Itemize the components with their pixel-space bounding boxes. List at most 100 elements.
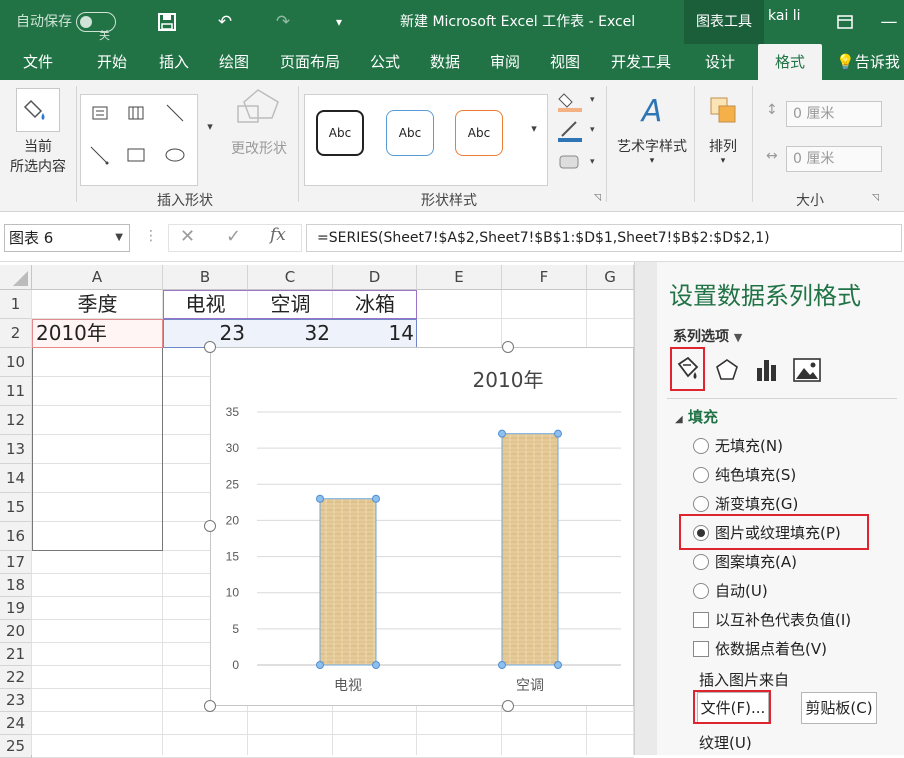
resize-handle-left[interactable] — [204, 520, 216, 532]
vary-colors-label[interactable]: 依数据点着色(V) — [715, 638, 827, 659]
size-dialog-launcher-icon[interactable]: ◹ — [872, 193, 879, 203]
tab-draw[interactable]: 绘图 — [206, 44, 262, 80]
row-header-14[interactable]: 14 — [0, 464, 32, 493]
cell-d2[interactable]: 14 — [333, 319, 414, 348]
wordart-styles-button[interactable]: A 艺术字样式 ▾ — [612, 88, 692, 166]
bar-selection-handle[interactable] — [498, 429, 506, 438]
autosave-switch[interactable]: 关 — [76, 12, 116, 42]
fill-section-header[interactable]: ◢ 填充 — [675, 406, 718, 427]
tab-format[interactable]: 格式 — [758, 44, 822, 80]
tell-me-search[interactable]: 💡告诉我 — [832, 44, 904, 80]
shape-style-orange[interactable]: Abc — [455, 110, 503, 156]
resize-handle-bottom[interactable] — [502, 700, 514, 712]
resize-handle-top-left[interactable] — [204, 341, 216, 353]
current-selection-button[interactable]: 当前 所选内容 — [4, 84, 72, 176]
row-header-24[interactable]: 24 — [0, 712, 32, 735]
resize-handle-bottom-left[interactable] — [204, 700, 216, 712]
chart-area[interactable]: 2010年 0 5 10 15 20 25 30 35 电视 空调 — [210, 347, 634, 706]
autosave-toggle[interactable]: 自动保存关 — [16, 0, 116, 44]
tab-review[interactable]: 审阅 — [480, 44, 530, 80]
invert-if-negative-checkbox[interactable] — [693, 612, 709, 628]
vary-colors-checkbox[interactable] — [693, 641, 709, 657]
minimize-icon[interactable]: — — [876, 9, 902, 35]
redo-icon[interactable]: ↷ — [270, 9, 296, 35]
dialog-launcher-icon[interactable]: ◹ — [594, 193, 601, 203]
row-header-2[interactable]: 2 — [0, 319, 32, 348]
row-header-19[interactable]: 19 — [0, 597, 32, 620]
series-options-dropdown[interactable]: 系列选项 ▼ — [673, 326, 742, 346]
bar-selection-handle[interactable] — [316, 661, 324, 669]
cell-c2[interactable]: 32 — [248, 319, 330, 348]
row-header-20[interactable]: 20 — [0, 620, 32, 643]
automatic-fill-radio[interactable] — [693, 583, 709, 599]
automatic-fill-label[interactable]: 自动(U) — [715, 580, 768, 601]
shape-effects-icon[interactable]: ▾ — [558, 150, 598, 172]
shapes-gallery-more-icon[interactable]: ▾ — [200, 120, 220, 140]
tab-insert[interactable]: 插入 — [146, 44, 202, 80]
shape-height-input[interactable]: 0 厘米 — [786, 101, 882, 127]
tab-design[interactable]: 设计 — [694, 44, 746, 80]
change-shape-button[interactable]: 更改形状 — [226, 88, 292, 158]
row-header-11[interactable]: 11 — [0, 377, 32, 406]
column-header-e[interactable]: E — [417, 265, 502, 290]
save-icon[interactable] — [154, 9, 180, 35]
bar-1[interactable] — [319, 498, 377, 666]
picture-icon[interactable] — [793, 358, 821, 386]
cell-a1[interactable]: 季度 — [32, 290, 163, 319]
bar-selection-handle[interactable] — [372, 494, 380, 503]
row-header-22[interactable]: 22 — [0, 666, 32, 689]
no-fill-label[interactable]: 无填充(N) — [715, 435, 783, 456]
tab-view[interactable]: 视图 — [540, 44, 590, 80]
name-box-dropdown-icon[interactable]: ▼ — [115, 225, 123, 251]
insert-function-icon[interactable]: fx — [270, 225, 286, 245]
no-fill-radio[interactable] — [693, 438, 709, 454]
bar-selection-handle[interactable] — [498, 661, 506, 669]
column-header-g[interactable]: G — [587, 265, 634, 290]
cell-a2[interactable]: 2010年 — [36, 319, 163, 348]
bar-selection-handle[interactable] — [372, 661, 380, 669]
tab-formulas[interactable]: 公式 — [360, 44, 410, 80]
tab-file[interactable]: 文件 — [10, 44, 66, 80]
shape-fill-icon[interactable]: ▾ — [558, 90, 598, 112]
solid-fill-radio[interactable] — [693, 467, 709, 483]
gradient-fill-label[interactable]: 渐变填充(G) — [715, 493, 798, 514]
formula-input[interactable]: =SERIES(Sheet7!$A$2,Sheet7!$B$1:$D$1,She… — [306, 224, 902, 252]
arrange-button[interactable]: 排列 ▾ — [698, 88, 748, 166]
cell-d1[interactable]: 冰箱 — [333, 290, 417, 319]
tab-home[interactable]: 开始 — [84, 44, 140, 80]
row-header-16[interactable]: 16 — [0, 522, 32, 551]
row-header-13[interactable]: 13 — [0, 435, 32, 464]
select-all-corner[interactable] — [0, 265, 32, 290]
row-header-1[interactable]: 1 — [0, 290, 32, 319]
row-header-21[interactable]: 21 — [0, 643, 32, 666]
row-header-23[interactable]: 23 — [0, 689, 32, 712]
gradient-fill-radio[interactable] — [693, 496, 709, 512]
shape-styles-more-icon[interactable]: ▾ — [524, 122, 544, 142]
column-header-a[interactable]: A — [32, 265, 163, 290]
resize-handle-top[interactable] — [502, 341, 514, 353]
enter-icon[interactable]: ✓ — [226, 226, 241, 247]
cell-b1[interactable]: 电视 — [163, 290, 248, 319]
tab-page-layout[interactable]: 页面布局 — [272, 44, 348, 80]
shape-outline-icon[interactable]: ▾ — [558, 120, 598, 142]
name-box[interactable]: 图表 6 ▼ — [4, 224, 130, 252]
solid-fill-label[interactable]: 纯色填充(S) — [715, 464, 796, 485]
column-header-b[interactable]: B — [163, 265, 248, 290]
effects-icon[interactable] — [715, 358, 739, 386]
quick-access-dropdown-icon[interactable]: ▾ — [326, 9, 352, 35]
pattern-fill-radio[interactable] — [693, 554, 709, 570]
shapes-gallery[interactable] — [80, 94, 198, 186]
bar-2[interactable] — [501, 433, 559, 666]
column-header-d[interactable]: D — [333, 265, 417, 290]
row-header-12[interactable]: 12 — [0, 406, 32, 435]
bar-selection-handle[interactable] — [316, 494, 324, 503]
column-header-f[interactable]: F — [502, 265, 587, 290]
clipboard-button[interactable]: 剪贴板(C) — [801, 692, 877, 724]
row-header-10[interactable]: 10 — [0, 348, 32, 377]
column-header-c[interactable]: C — [248, 265, 333, 290]
cell-c1[interactable]: 空调 — [248, 290, 333, 319]
tab-data[interactable]: 数据 — [420, 44, 470, 80]
cancel-icon[interactable]: ✕ — [180, 226, 195, 247]
shape-style-blue[interactable]: Abc — [386, 110, 434, 156]
plot-area[interactable]: 0 5 10 15 20 25 30 35 电视 空调 — [211, 348, 635, 707]
